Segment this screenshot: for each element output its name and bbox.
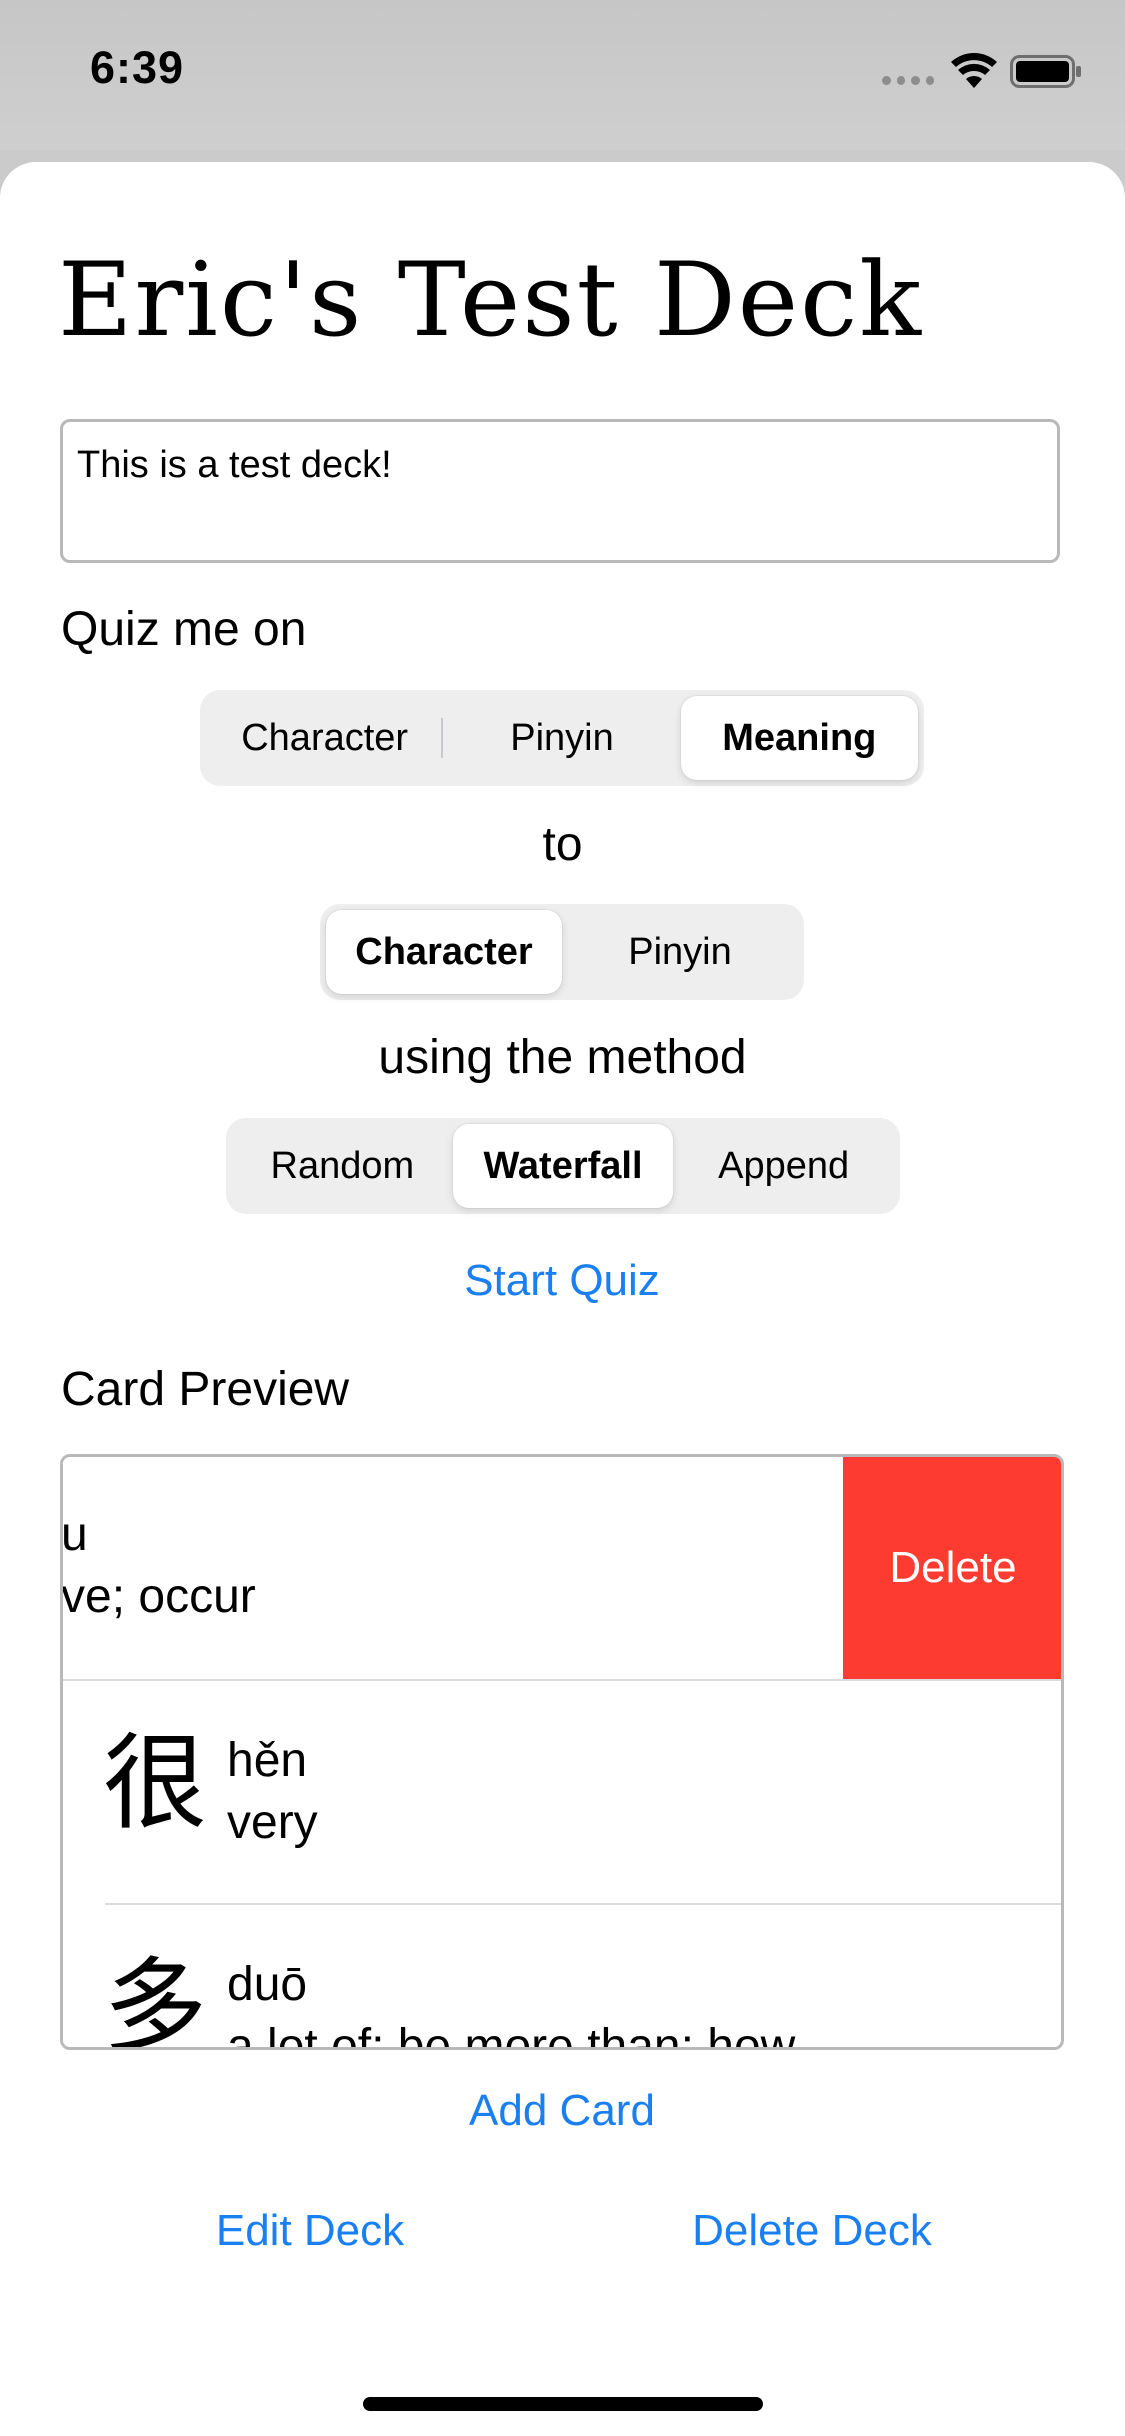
delete-card-button[interactable]: Delete	[843, 1457, 1061, 1679]
card-meaning: a lot of; be more than; how	[227, 2020, 796, 2050]
card-pinyin: hěn	[227, 1734, 308, 1787]
card-row-swiped[interactable]: u ve; occur Delete	[61, 1457, 1061, 1679]
segment-to-pinyin[interactable]: Pinyin	[562, 910, 798, 994]
edit-deck-button[interactable]: Edit Deck	[150, 2206, 470, 2256]
card-meaning: ve; occur	[61, 1570, 256, 1623]
quiz-me-on-label: Quiz me on	[61, 603, 307, 656]
method-label: using the method	[378, 1031, 747, 1084]
card-row[interactable]: 很 hěn very	[63, 1681, 1061, 1903]
quiz-to-segmented-control[interactable]: Character Pinyin	[320, 904, 804, 1000]
segment-method-random[interactable]: Random	[232, 1124, 453, 1208]
segment-from-meaning[interactable]: Meaning	[680, 696, 918, 780]
segment-method-waterfall[interactable]: Waterfall	[452, 1124, 674, 1208]
signal-icon	[882, 76, 934, 86]
status-time: 6:39	[90, 42, 185, 93]
card-pinyin: duō	[227, 1958, 308, 2011]
card-row[interactable]: 多 duō a lot of; be more than; how	[63, 1905, 1061, 2050]
start-quiz-button[interactable]: Start Quiz	[362, 1256, 762, 1306]
to-label: to	[542, 818, 583, 871]
segment-from-character[interactable]: Character	[206, 696, 444, 780]
battery-icon	[1010, 55, 1081, 88]
wifi-icon	[951, 53, 997, 88]
status-bar: 6:39	[0, 0, 1125, 150]
card-character: 很	[103, 1722, 208, 1844]
add-card-button[interactable]: Add Card	[362, 2086, 762, 2136]
quiz-from-segmented-control[interactable]: Character Pinyin Meaning	[200, 690, 924, 786]
card-preview-label: Card Preview	[61, 1363, 350, 1416]
segment-to-character[interactable]: Character	[326, 910, 562, 994]
quiz-method-segmented-control[interactable]: Random Waterfall Append	[226, 1118, 900, 1214]
card-character: 多	[103, 1946, 208, 2050]
segment-from-pinyin[interactable]: Pinyin	[443, 696, 680, 780]
segment-method-append[interactable]: Append	[673, 1124, 894, 1208]
delete-deck-button[interactable]: Delete Deck	[642, 2206, 982, 2256]
card-pinyin: u	[61, 1508, 88, 1561]
card-meaning: very	[227, 1796, 318, 1849]
card-preview-list[interactable]: u ve; occur Delete 很 hěn very 多 duō a lo…	[60, 1454, 1064, 2050]
deck-description-field[interactable]: This is a test deck!	[60, 419, 1060, 563]
deck-sheet: Eric's Test Deck This is a test deck! Qu…	[0, 162, 1125, 2436]
home-indicator[interactable]	[363, 2397, 763, 2411]
deck-title: Eric's Test Deck	[58, 241, 924, 360]
